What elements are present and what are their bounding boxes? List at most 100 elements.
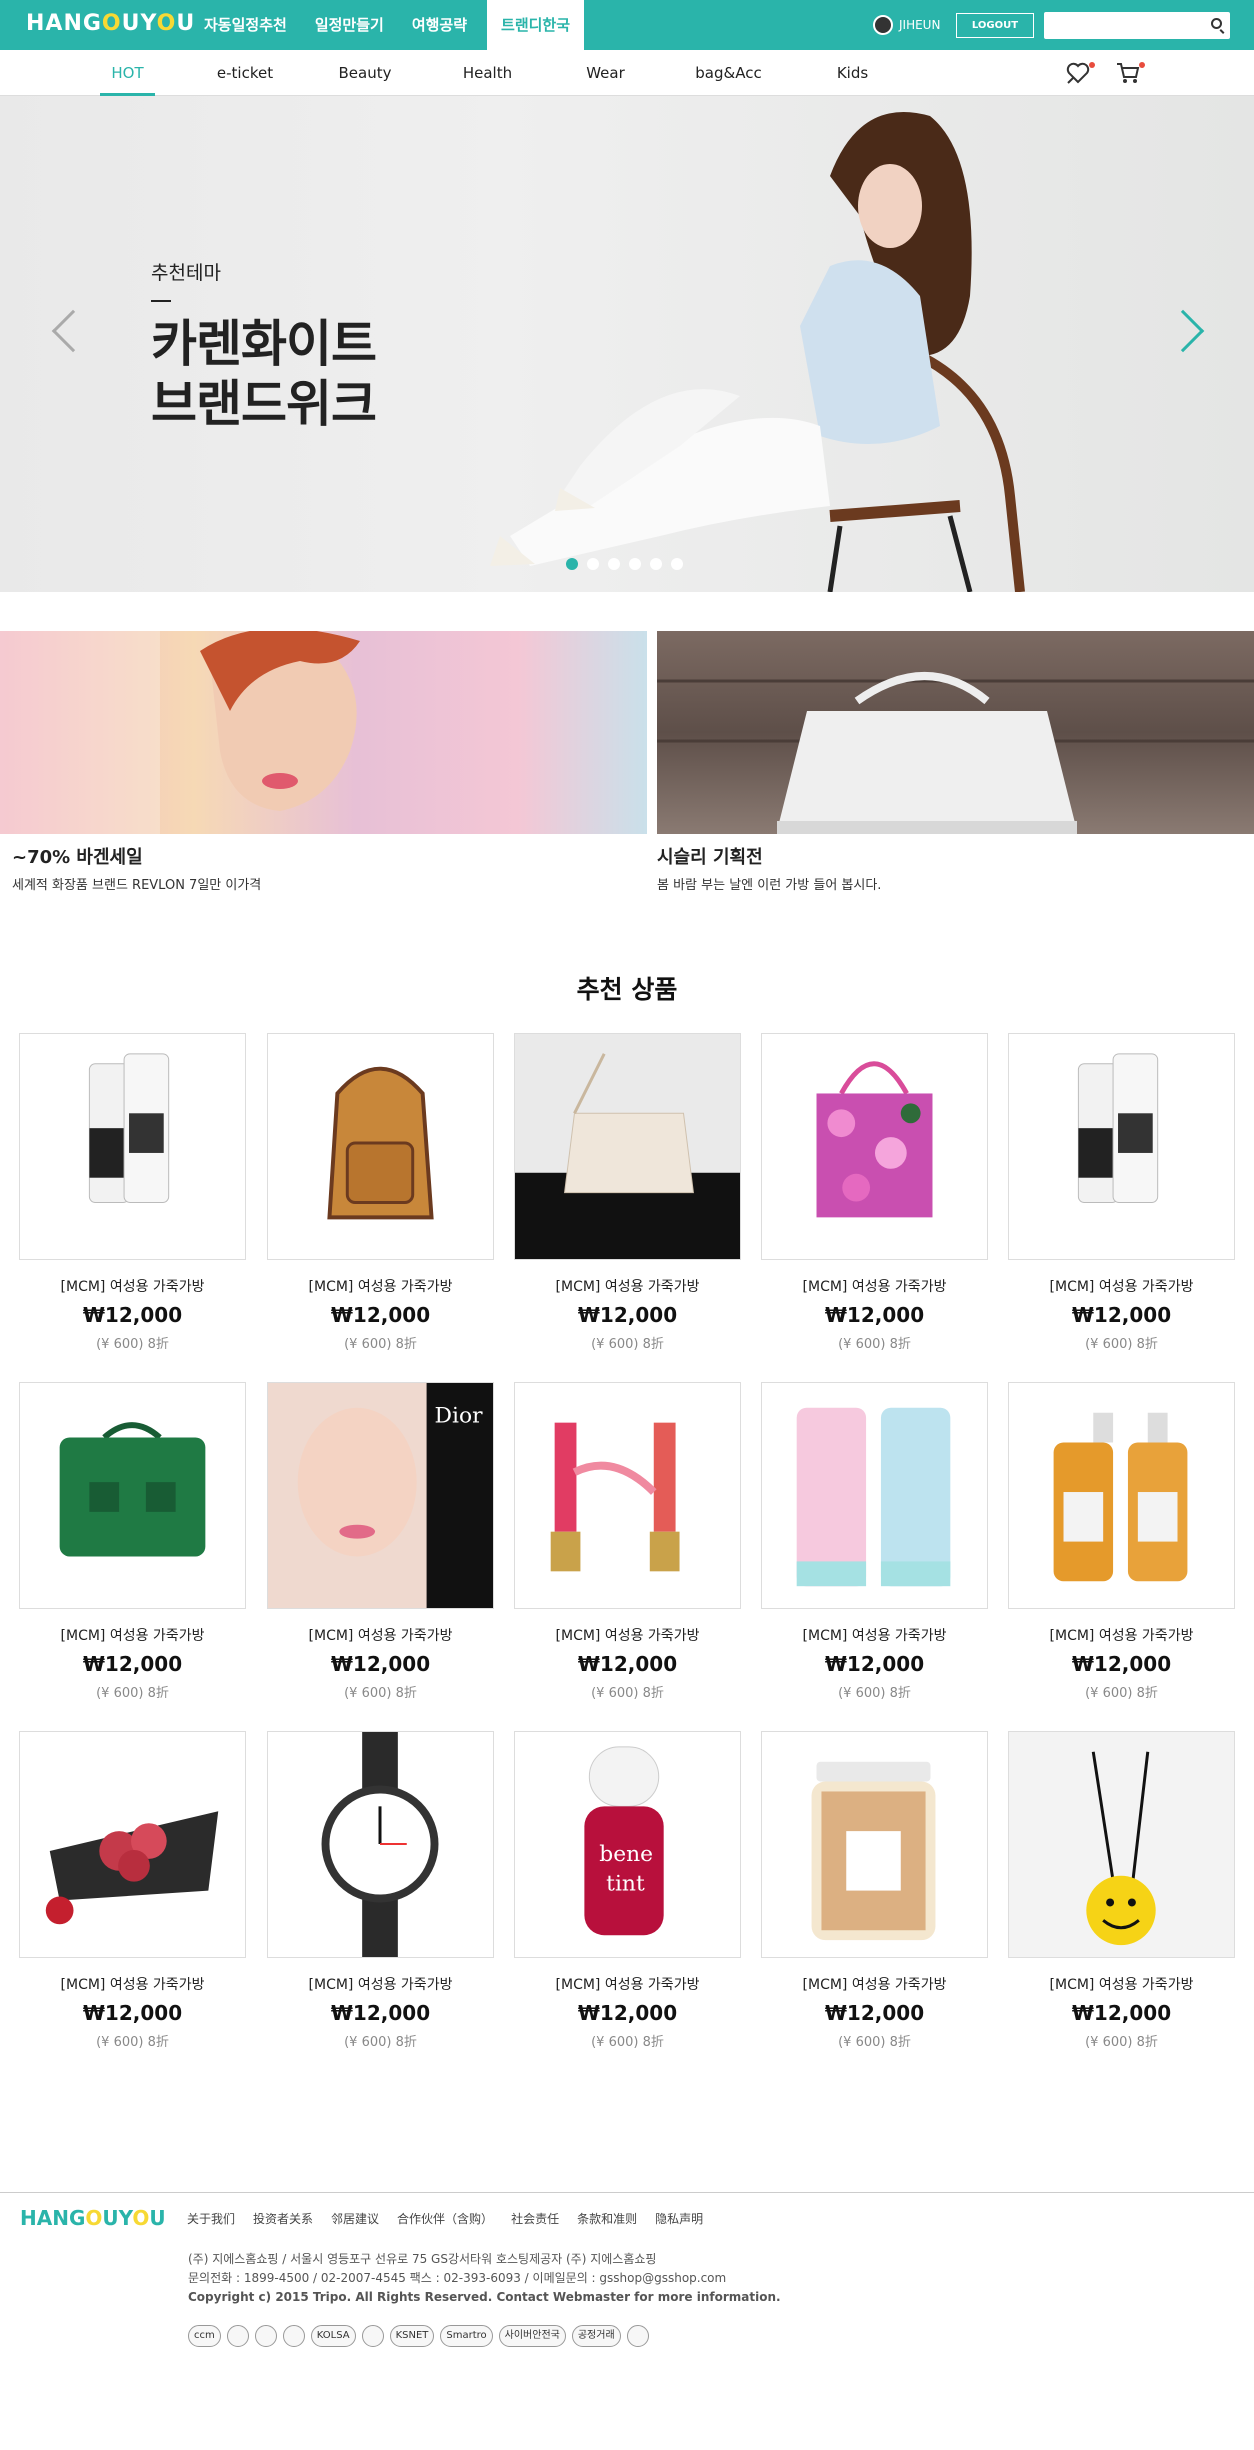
wishlist-icon[interactable] [1065,60,1095,86]
product-card[interactable]: [MCM] 여성용 가죽가방 ₩12,000 (¥ 600) 8折 [761,1033,988,1352]
product-name[interactable]: [MCM] 여성용 가죽가방 [761,1625,988,1645]
product-card[interactable]: [MCM] 여성용 가죽가방 ₩12,000 (¥ 600) 8折 [19,1382,246,1701]
search-icon[interactable] [1211,18,1222,29]
certification-badge [254,2325,277,2347]
hero-dot[interactable] [629,558,641,570]
footer-divider [0,2192,1254,2193]
promo-title-revlon[interactable]: ~70% 바겐세일 [12,843,143,869]
top-nav-make-schedule[interactable]: 일정만들기 [301,0,398,50]
product-image[interactable] [19,1382,246,1609]
product-image[interactable] [761,1731,988,1958]
product-card[interactable]: Dior [MCM] 여성용 가죽가방 ₩12,000 (¥ 600) 8折 [267,1382,494,1701]
hero-dot[interactable] [566,558,578,570]
hero-next-arrow-icon[interactable] [1161,309,1205,353]
product-image[interactable] [514,1382,741,1609]
product-card[interactable]: [MCM] 여성용 가죽가방 ₩12,000 (¥ 600) 8折 [1008,1382,1235,1701]
footer-logo[interactable]: HANGOUYOU [20,2206,166,2230]
product-image[interactable] [761,1382,988,1609]
product-name[interactable]: [MCM] 여성용 가죽가방 [19,1625,246,1645]
svg-text:tint: tint [606,1872,645,1897]
product-name[interactable]: [MCM] 여성용 가죽가방 [267,1276,494,1296]
product-image[interactable] [267,1731,494,1958]
product-name[interactable]: [MCM] 여성용 가죽가방 [19,1974,246,1994]
cart-icon[interactable] [1115,60,1145,86]
product-price-cny: (¥ 600) 8折 [96,2035,169,2050]
hero-dot[interactable] [671,558,683,570]
bene-tint-icon: bene tint [584,1746,664,1936]
product-name[interactable]: [MCM] 여성용 가죽가방 [19,1276,246,1296]
logo[interactable]: HANGOUYOU [26,11,195,36]
promo-banner-revlon[interactable] [0,631,647,834]
product-card[interactable]: [MCM] 여성용 가죽가방 ₩12,000 (¥ 600) 8折 [19,1731,246,2050]
product-name[interactable]: [MCM] 여성용 가죽가방 [514,1974,741,1994]
product-name[interactable]: [MCM] 여성용 가죽가방 [761,1276,988,1296]
certification-badge: KSNET [389,2325,435,2347]
category-health[interactable]: Health [455,50,520,96]
hero-dot[interactable] [587,558,599,570]
user-info[interactable]: JIHEUN [873,15,940,35]
top-nav-travel-guide[interactable]: 여행공략 [398,0,481,50]
product-image[interactable] [19,1731,246,1958]
category-wear[interactable]: Wear [578,50,633,96]
product-price: ₩12,000 [82,1303,183,1327]
product-name[interactable]: [MCM] 여성용 가죽가방 [514,1276,741,1296]
product-card[interactable]: [MCM] 여성용 가죽가방 ₩12,000 (¥ 600) 8折 [1008,1731,1235,2050]
product-name[interactable]: [MCM] 여성용 가죽가방 [267,1625,494,1645]
product-card[interactable]: [MCM] 여성용 가죽가방 ₩12,000 (¥ 600) 8折 [267,1033,494,1352]
footer-link-privacy[interactable]: 隐私声明 [655,2210,703,2227]
product-card[interactable]: [MCM] 여성용 가죽가방 ₩12,000 (¥ 600) 8折 [1008,1033,1235,1352]
product-image[interactable] [761,1033,988,1260]
product-name[interactable]: [MCM] 여성용 가죽가방 [761,1974,988,1994]
product-image[interactable]: bene tint [514,1731,741,1958]
product-image[interactable]: Dior [267,1382,494,1609]
top-nav-trendy-korea[interactable]: 트랜디한국 [487,0,585,50]
product-image[interactable] [1008,1382,1235,1609]
product-name[interactable]: [MCM] 여성용 가죽가방 [1008,1625,1235,1645]
product-name[interactable]: [MCM] 여성용 가죽가방 [1008,1276,1235,1296]
product-image[interactable] [514,1033,741,1260]
product-card[interactable]: [MCM] 여성용 가죽가방 ₩12,000 (¥ 600) 8折 [267,1731,494,2050]
product-card[interactable]: bene tint [MCM] 여성용 가죽가방 ₩12,000 (¥ 600) 8折 [514,1731,741,2050]
hero-banner[interactable]: 추천테마 카렌화이트 브랜드위크 [0,96,1254,592]
product-price: ₩12,000 [824,2001,925,2025]
promo-title-sisley[interactable]: 시슬리 기획전 [657,843,763,869]
category-e-ticket[interactable]: e-ticket [205,50,285,96]
svg-text:Dior: Dior [435,1404,484,1429]
logout-button[interactable]: LOGOUT [956,13,1034,38]
footer-link-terms[interactable]: 条款和准则 [577,2210,637,2227]
footer-link-partners[interactable]: 合作伙伴（含购） [397,2210,493,2227]
promo-banner-sisley[interactable] [657,631,1254,834]
product-card[interactable]: [MCM] 여성용 가죽가방 ₩12,000 (¥ 600) 8折 [761,1382,988,1701]
hero-dot[interactable] [608,558,620,570]
certification-badge: KOLSA [310,2325,356,2347]
product-image[interactable] [267,1033,494,1260]
hero-dot[interactable] [650,558,662,570]
footer-link-investors[interactable]: 投资者关系 [253,2210,313,2227]
product-price: ₩12,000 [1071,1652,1172,1676]
category-beauty[interactable]: Beauty [330,50,400,96]
product-image[interactable] [1008,1033,1235,1260]
search-box[interactable] [1044,12,1230,39]
footer-link-suggestions[interactable]: 邻居建议 [331,2210,379,2227]
hero-divider [151,300,171,302]
search-input[interactable] [1050,12,1200,37]
product-card[interactable]: [MCM] 여성용 가죽가방 ₩12,000 (¥ 600) 8折 [19,1033,246,1352]
hero-prev-arrow-icon[interactable] [51,309,95,353]
product-image[interactable] [19,1033,246,1260]
footer-link-about[interactable]: 关于我们 [187,2210,235,2227]
top-nav-auto-schedule[interactable]: 자동일정추천 [190,0,301,50]
product-image[interactable] [1008,1731,1235,1958]
footer-link-responsibility[interactable]: 社会责任 [511,2210,559,2227]
category-bag-acc[interactable]: bag&Acc [690,50,767,96]
product-name[interactable]: [MCM] 여성용 가죽가방 [1008,1974,1235,1994]
product-card[interactable]: [MCM] 여성용 가죽가방 ₩12,000 (¥ 600) 8折 [514,1382,741,1701]
category-kids[interactable]: Kids [830,50,875,96]
product-name[interactable]: [MCM] 여성용 가죽가방 [267,1974,494,1994]
user-name: JIHEUN [899,18,941,32]
certification-badge: Smartro [440,2325,493,2347]
product-card[interactable]: [MCM] 여성용 가죽가방 ₩12,000 (¥ 600) 8折 [514,1033,741,1352]
product-name[interactable]: [MCM] 여성용 가죽가방 [514,1625,741,1645]
product-card[interactable]: [MCM] 여성용 가죽가방 ₩12,000 (¥ 600) 8折 [761,1731,988,2050]
category-hot[interactable]: HOT [100,50,155,96]
flower-bouquet-icon [45,1811,219,1925]
